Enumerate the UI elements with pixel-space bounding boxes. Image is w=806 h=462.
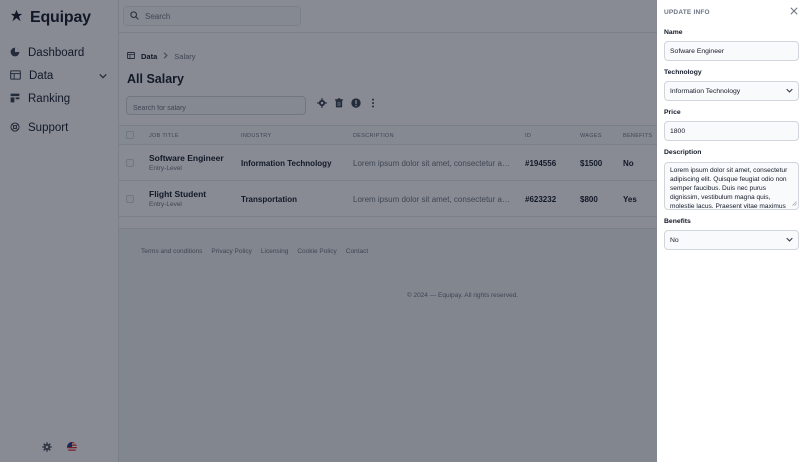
- name-input[interactable]: [670, 47, 793, 55]
- chevron-down-icon: [786, 237, 793, 244]
- app-shell: Equipay Dashboard Data: [0, 0, 806, 462]
- price-input[interactable]: [670, 127, 793, 135]
- update-info-drawer: UPDATE INFO Name Technology Information …: [657, 0, 806, 462]
- name-label: Name: [664, 29, 683, 36]
- description-textarea[interactable]: Lorem ipsum dolor sit amet, consectetur …: [670, 167, 793, 210]
- chevron-down-icon: [786, 88, 793, 95]
- description-label: Description: [664, 149, 702, 156]
- technology-selected-value: Information Technology: [670, 87, 741, 95]
- benefits-selected-value: No: [670, 236, 679, 244]
- benefits-select[interactable]: No: [664, 230, 799, 250]
- drawer-title: UPDATE INFO: [664, 9, 710, 16]
- name-field: [664, 41, 799, 61]
- price-label: Price: [664, 109, 681, 116]
- benefits-label: Benefits: [664, 218, 691, 225]
- technology-label: Technology: [664, 69, 702, 76]
- price-field: [664, 121, 799, 141]
- resize-handle-icon[interactable]: [792, 201, 797, 208]
- drawer-backdrop[interactable]: [0, 0, 657, 462]
- description-field: Lorem ipsum dolor sit amet, consectetur …: [664, 162, 799, 210]
- technology-select[interactable]: Information Technology: [664, 81, 799, 101]
- close-icon[interactable]: [790, 7, 798, 15]
